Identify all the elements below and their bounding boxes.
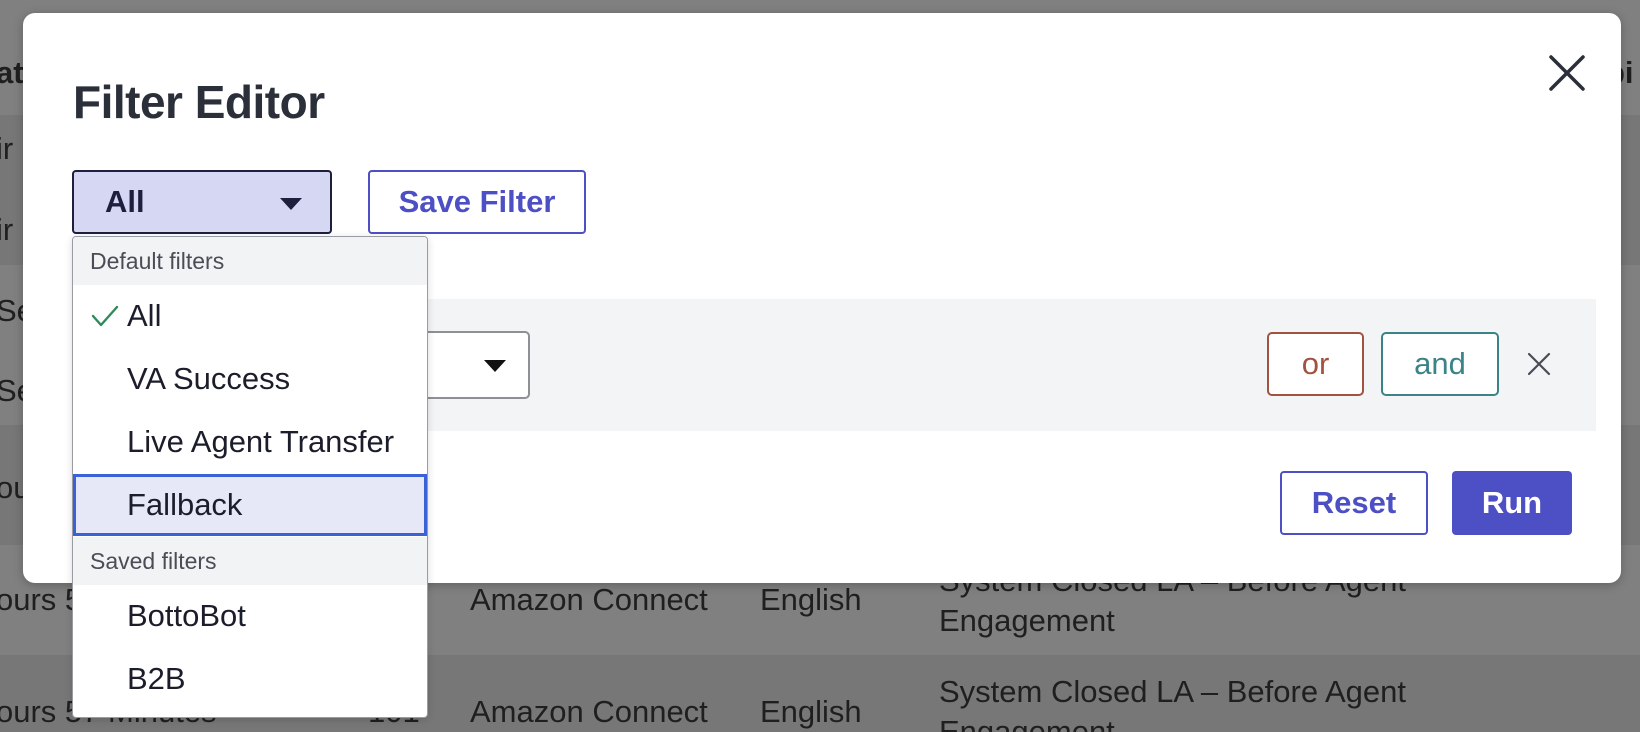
option-fallback[interactable]: Fallback [73,474,427,536]
option-label: VA Success [127,361,291,396]
option-label: Live Agent Transfer [127,424,395,459]
filter-dropdown-menu: Default filters All VA Success Live Agen… [72,236,428,718]
option-b2b[interactable]: B2B [73,648,427,710]
filter-select[interactable]: All [72,170,332,234]
option-live-agent-transfer[interactable]: Live Agent Transfer [73,411,427,473]
reset-button[interactable]: Reset [1280,471,1428,535]
option-label: All [127,298,162,333]
option-label: BottoBot [127,598,246,633]
table-cell: System Closed LA – Before Agent Engageme… [939,674,1406,732]
close-button[interactable] [1543,49,1591,97]
option-bottobot[interactable]: BottoBot [73,585,427,647]
table-cell: ir [0,212,14,247]
option-all[interactable]: All [73,285,427,347]
table-cell: English [760,694,862,729]
group-header-saved-filters: Saved filters [73,537,427,585]
option-label: Fallback [127,487,243,522]
close-icon [1549,55,1585,91]
table-cell: English [760,582,862,617]
close-icon [1527,352,1551,376]
caret-down-icon [484,360,506,372]
group-header-default-filters: Default filters [73,237,427,285]
option-label: B2B [127,661,186,696]
table-cell: ours 5 [0,582,83,617]
table-cell: Amazon Connect [470,694,708,729]
and-button[interactable]: and [1381,332,1499,396]
caret-down-icon [280,198,302,210]
save-filter-button[interactable]: Save Filter [368,170,586,234]
run-button[interactable]: Run [1452,471,1572,535]
table-cell: Amazon Connect [470,582,708,617]
option-va-success[interactable]: VA Success [73,348,427,410]
checkmark-icon [91,305,119,327]
table-header-cell: at [0,55,24,90]
filter-select-value: All [105,184,145,219]
remove-condition-button[interactable] [1520,345,1558,383]
or-button[interactable]: or [1267,332,1364,396]
modal-title: Filter Editor [73,76,325,128]
table-cell: ir [0,131,14,166]
